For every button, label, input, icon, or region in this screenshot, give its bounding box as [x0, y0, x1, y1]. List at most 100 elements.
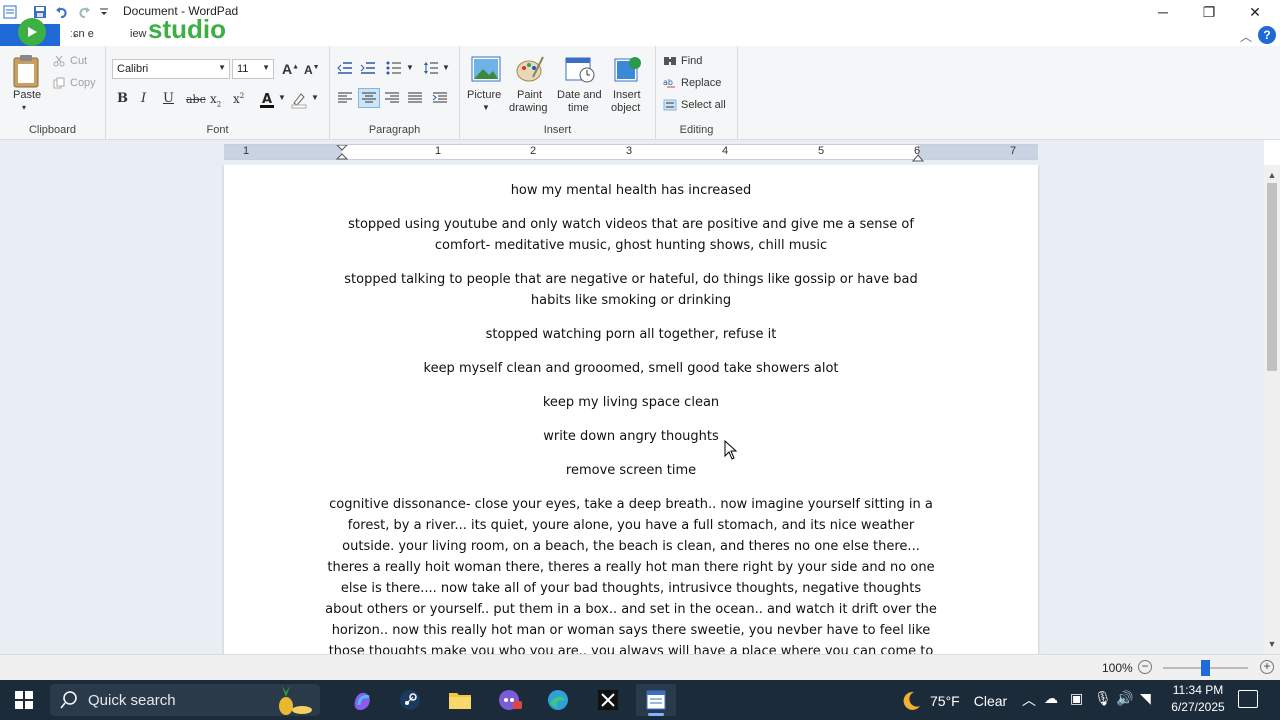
game-app-icon[interactable] [588, 684, 628, 716]
cut-button[interactable]: Cut [70, 55, 87, 67]
edge-browser-icon[interactable] [538, 684, 578, 716]
picture-button[interactable]: Picture [467, 89, 501, 101]
copilot-app-icon[interactable] [342, 684, 382, 716]
highlight-icon[interactable] [290, 90, 308, 110]
font-family-value: Calibri [117, 63, 149, 75]
shrink-font-icon[interactable]: A▼ [304, 63, 320, 77]
replace-icon[interactable]: ab [662, 76, 678, 90]
file-explorer-icon[interactable] [440, 684, 480, 716]
justify-icon[interactable] [406, 90, 424, 106]
undo-icon[interactable] [52, 3, 72, 21]
clock-time[interactable]: 11:34 PM [1170, 683, 1226, 697]
italic-icon[interactable]: I [141, 91, 146, 106]
restore-button[interactable]: ❐ [1186, 0, 1232, 24]
date-time-label: time [568, 102, 589, 114]
replace-button[interactable]: Replace [681, 77, 721, 89]
select-all-icon[interactable] [662, 98, 678, 112]
font-size-select[interactable]: 11 ▼ [232, 59, 274, 79]
tab-view[interactable]: iew [130, 28, 147, 40]
start-button[interactable] [0, 680, 48, 720]
ruler-number: 7 [1010, 145, 1017, 157]
paragraph: stopped using youtube and only watch vid… [334, 214, 928, 256]
align-right-icon[interactable] [383, 90, 401, 106]
font-color-dropdown-icon[interactable]: ▼ [278, 93, 286, 102]
paint-drawing-button[interactable]: Paint [517, 89, 542, 101]
picture-icon[interactable] [470, 54, 502, 84]
font-family-select[interactable]: Calibri ▼ [112, 59, 230, 79]
date-time-icon[interactable] [564, 54, 596, 84]
highlight-dropdown-icon[interactable]: ▼ [311, 93, 319, 102]
close-button[interactable]: ✕ [1232, 0, 1278, 24]
copy-button[interactable]: Copy [70, 77, 96, 89]
copy-icon[interactable] [52, 76, 66, 90]
zoom-slider-thumb[interactable] [1201, 660, 1210, 676]
document-area: how my mental health has increased stopp… [0, 165, 1264, 654]
find-button[interactable]: Find [681, 55, 702, 67]
scroll-up-icon[interactable]: ▲ [1264, 167, 1280, 183]
help-icon[interactable]: ? [1258, 26, 1276, 44]
customize-toolbar-icon[interactable] [94, 3, 114, 21]
onedrive-icon[interactable]: ☁ [1044, 690, 1058, 707]
text-line: stopped talking to people that are negat… [344, 272, 918, 287]
superscript-icon[interactable]: x2 [233, 92, 244, 106]
cut-icon[interactable] [52, 54, 66, 68]
grow-font-icon[interactable]: A▲ [282, 61, 299, 77]
meet-now-icon[interactable]: ▣ [1070, 690, 1083, 707]
subscript-icon[interactable]: x2 [210, 92, 221, 108]
paragraph-settings-icon[interactable] [431, 90, 449, 106]
weather-widget[interactable]: 75°F Clear [900, 690, 1007, 712]
wordpad-app-icon[interactable] [0, 3, 20, 21]
insert-object-button[interactable]: Insert [613, 89, 641, 101]
bold-icon[interactable]: B [117, 91, 128, 106]
zoom-out-button[interactable]: − [1138, 660, 1152, 674]
chevron-up-icon[interactable]: ︿ [1240, 28, 1252, 45]
ruler-left-margin [224, 145, 342, 159]
paste-icon[interactable] [10, 52, 42, 90]
bullet-list-icon[interactable] [385, 60, 403, 76]
chevron-up-icon[interactable]: ︿ [1022, 690, 1036, 710]
search-box[interactable]: Quick search [50, 684, 320, 716]
document-page[interactable]: how my mental health has increased stopp… [224, 165, 1038, 654]
microphone-icon[interactable]: 🎙 [1094, 690, 1112, 707]
increase-indent-icon[interactable] [359, 60, 377, 76]
paint-drawing-icon[interactable] [514, 54, 546, 84]
minimize-button[interactable]: ─ [1140, 0, 1186, 24]
bullet-list-dropdown-icon[interactable]: ▼ [406, 63, 414, 72]
font-color-icon[interactable]: A [258, 90, 276, 110]
text-line: comfort- meditative music, ghost hunting… [434, 238, 828, 253]
zoom-level: 100% [1102, 661, 1133, 675]
ruler[interactable]: 1 1 2 3 4 5 6 7 [224, 144, 1038, 162]
text-line: horizon.. now this really hot man or wom… [331, 623, 931, 638]
scroll-down-icon[interactable]: ▼ [1264, 636, 1280, 652]
decrease-indent-icon[interactable] [336, 60, 354, 76]
clock-date[interactable]: 6/27/2025 [1166, 700, 1230, 714]
notification-icon[interactable] [1238, 690, 1258, 708]
date-time-button[interactable]: Date and [557, 89, 602, 101]
line-spacing-icon[interactable] [422, 60, 440, 76]
ruler-number: 3 [626, 145, 633, 157]
picture-dropdown-icon[interactable]: ▼ [482, 103, 490, 112]
align-left-icon[interactable] [336, 90, 354, 106]
paste-button[interactable]: Paste [13, 89, 41, 101]
discord-app-icon[interactable] [490, 684, 530, 716]
right-indent-marker[interactable] [911, 151, 925, 165]
wifi-icon[interactable]: ◥ [1140, 690, 1151, 707]
paste-dropdown-icon[interactable]: ▾ [22, 103, 26, 112]
insert-object-icon[interactable] [612, 54, 644, 84]
steam-app-icon[interactable] [390, 684, 430, 716]
find-icon[interactable] [662, 54, 678, 68]
zoom-in-button[interactable]: + [1260, 660, 1274, 674]
scroll-thumb[interactable] [1267, 183, 1277, 371]
tab-home[interactable]: ːɕn e [70, 28, 94, 40]
wordpad-taskbar-icon[interactable] [636, 684, 676, 716]
line-spacing-dropdown-icon[interactable]: ▼ [442, 63, 450, 72]
vertical-scrollbar[interactable]: ▲ ▼ [1264, 165, 1280, 654]
speaker-icon[interactable]: 🔊 [1116, 690, 1133, 707]
strikethrough-icon[interactable]: abc [186, 93, 206, 106]
underline-icon[interactable]: U [163, 91, 174, 106]
first-line-indent-marker[interactable] [335, 144, 349, 164]
align-center-icon[interactable] [358, 88, 380, 108]
redo-icon[interactable] [74, 3, 94, 21]
text-line: how my mental health has increased [510, 183, 752, 198]
select-all-button[interactable]: Select all [681, 99, 726, 111]
